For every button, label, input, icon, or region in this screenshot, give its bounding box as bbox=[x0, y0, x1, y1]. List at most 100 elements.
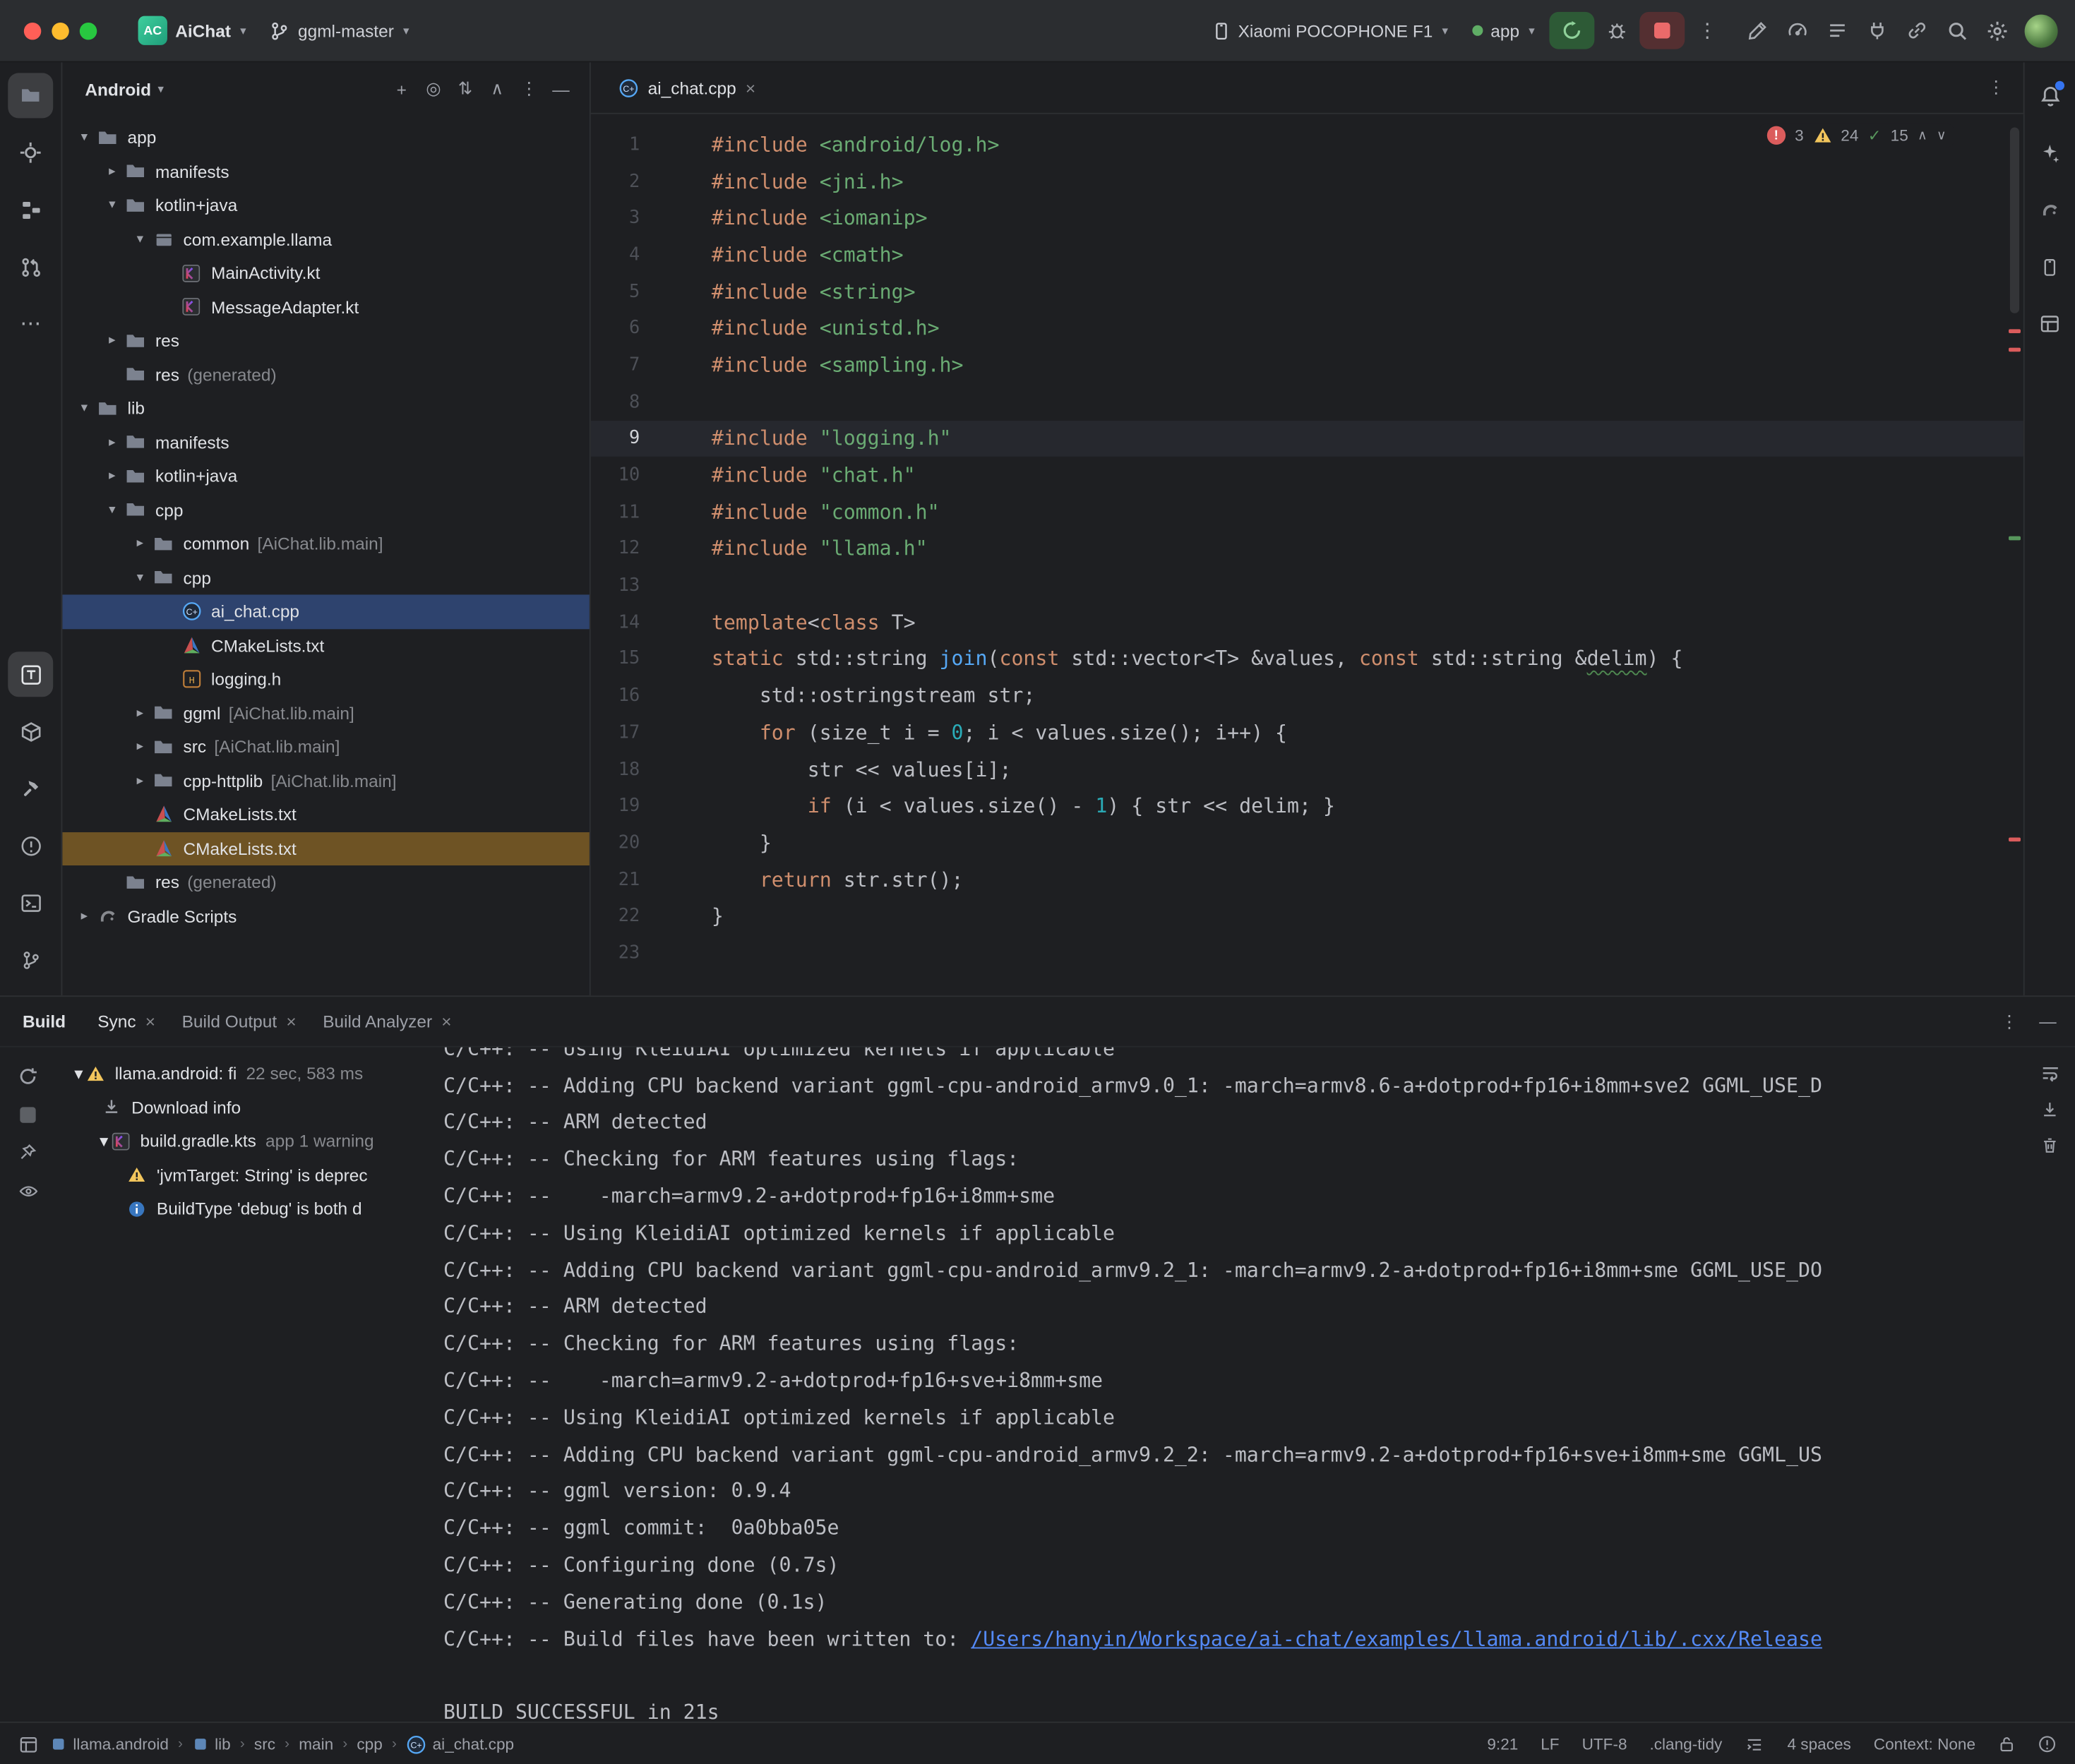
expand-chevron-icon[interactable]: ▸ bbox=[128, 706, 151, 721]
build-options-kebab[interactable]: ⋮ bbox=[2001, 1011, 2018, 1032]
line-number[interactable]: 5 bbox=[591, 281, 640, 302]
inspect-eye-icon[interactable] bbox=[18, 1182, 37, 1201]
line-number[interactable]: 7 bbox=[591, 354, 640, 376]
profile-avatar[interactable] bbox=[2025, 14, 2058, 47]
expand-chevron-icon[interactable]: ▸ bbox=[128, 774, 151, 788]
code-line-13[interactable]: 13 bbox=[591, 567, 2023, 604]
editor-tab-ai-chat-cpp[interactable]: C+ ai_chat.cpp × bbox=[604, 62, 770, 112]
close-tab-icon[interactable]: × bbox=[746, 78, 755, 97]
expand-chevron-icon[interactable]: ▾ bbox=[101, 198, 124, 213]
collapse-all-button[interactable]: ∧ bbox=[482, 78, 513, 100]
line-number[interactable]: 12 bbox=[591, 538, 640, 559]
dependencies-tool-button[interactable] bbox=[8, 709, 53, 754]
code-line-2[interactable]: 2#include <jni.h> bbox=[591, 163, 2023, 200]
hide-build-panel-button[interactable]: — bbox=[2039, 1012, 2056, 1031]
tree-item-res[interactable]: res(generated) bbox=[62, 358, 590, 392]
close-tab-icon[interactable]: × bbox=[441, 1012, 451, 1031]
expand-chevron-icon[interactable]: ▾ bbox=[73, 401, 95, 416]
prev-problem-button[interactable]: ∧ bbox=[1918, 128, 1927, 143]
tree-item-logging-h[interactable]: Hlogging.h bbox=[62, 662, 590, 696]
pull-requests-tool-button[interactable] bbox=[8, 244, 53, 289]
panel-options-kebab[interactable]: ⋮ bbox=[514, 78, 544, 100]
expand-chevron-icon[interactable]: ▸ bbox=[101, 333, 124, 348]
scrollbar-thumb[interactable] bbox=[2010, 128, 2019, 313]
tree-item-kotlin-java[interactable]: ▸kotlin+java bbox=[62, 460, 590, 493]
tree-item-cmakelists-txt[interactable]: CMakeLists.txt bbox=[62, 798, 590, 832]
build-tree-item-jvmtarget-string-is-deprec[interactable]: 'jvmTarget: String' is deprec bbox=[56, 1158, 431, 1192]
code-line-20[interactable]: 20 } bbox=[591, 824, 2023, 861]
clear-console-button[interactable] bbox=[2040, 1136, 2059, 1155]
line-number[interactable]: 9 bbox=[591, 428, 640, 449]
run-config-selector[interactable]: app ▾ bbox=[1460, 11, 1547, 50]
tree-item-mainactivity-kt[interactable]: MainActivity.kt bbox=[62, 256, 590, 290]
indent-size[interactable]: 4 spaces bbox=[1787, 1735, 1850, 1753]
build-tab-sync[interactable]: Sync× bbox=[84, 997, 168, 1046]
code-style-icon[interactable] bbox=[1745, 1736, 1764, 1753]
inspections-status-icon[interactable] bbox=[2038, 1735, 2056, 1753]
build-tab-build-analyzer[interactable]: Build Analyzer× bbox=[309, 997, 465, 1046]
error-mark[interactable] bbox=[2009, 838, 2021, 842]
code-editor[interactable]: 1#include <android/log.h>2#include <jni.… bbox=[591, 114, 2023, 996]
breadcrumb-cpp[interactable]: cpp bbox=[357, 1735, 382, 1753]
stop-button[interactable] bbox=[1639, 12, 1685, 49]
new-item-button[interactable]: + bbox=[386, 79, 417, 99]
expand-chevron-icon[interactable]: ▸ bbox=[128, 536, 151, 551]
tree-item-manifests[interactable]: ▸manifests bbox=[62, 426, 590, 460]
code-line-21[interactable]: 21 return str.str(); bbox=[591, 861, 2023, 898]
more-run-options-kebab[interactable]: ⋮ bbox=[1687, 12, 1727, 49]
structure-tool-button[interactable] bbox=[8, 187, 53, 232]
caret-position[interactable]: 9:21 bbox=[1487, 1735, 1518, 1753]
tree-item-common[interactable]: ▸common[AiChat.lib.main] bbox=[62, 527, 590, 561]
rerun-sync-button[interactable] bbox=[17, 1066, 38, 1087]
share-button[interactable] bbox=[1897, 12, 1937, 49]
search-everywhere-button[interactable] bbox=[1937, 12, 1977, 49]
plugins-button[interactable] bbox=[1858, 12, 1897, 49]
tree-item-app[interactable]: ▾app bbox=[62, 121, 590, 155]
code-line-17[interactable]: 17 for (size_t i = 0; i < values.size();… bbox=[591, 714, 2023, 751]
assistant-tool-button[interactable] bbox=[2027, 130, 2072, 175]
code-line-11[interactable]: 11#include "common.h" bbox=[591, 493, 2023, 530]
device-selector[interactable]: Xiaomi POCOPHONE F1 ▾ bbox=[1200, 11, 1460, 50]
line-number[interactable]: 4 bbox=[591, 244, 640, 265]
build-tree-item-llama-android-fi[interactable]: ▾llama.android: fi22 sec, 583 ms bbox=[56, 1057, 431, 1091]
hide-panel-button[interactable]: — bbox=[546, 79, 576, 99]
close-tab-icon[interactable]: × bbox=[145, 1012, 155, 1031]
line-number[interactable]: 3 bbox=[591, 208, 640, 229]
code-line-22[interactable]: 22} bbox=[591, 898, 2023, 935]
window-layout-icon[interactable] bbox=[18, 1734, 38, 1754]
line-number[interactable]: 8 bbox=[591, 391, 640, 412]
line-number[interactable]: 20 bbox=[591, 832, 640, 853]
code-line-5[interactable]: 5#include <string> bbox=[591, 273, 2023, 310]
line-number[interactable]: 21 bbox=[591, 869, 640, 890]
build-tab-build-output[interactable]: Build Output× bbox=[169, 997, 310, 1046]
code-line-8[interactable]: 8 bbox=[591, 383, 2023, 420]
build-tree-item-buildtype-debug-is-both-d[interactable]: BuildType 'debug' is both d bbox=[56, 1192, 431, 1226]
expand-chevron-icon[interactable]: ▾ bbox=[128, 570, 151, 585]
code-line-12[interactable]: 12#include "llama.h" bbox=[591, 530, 2023, 567]
terminal-tool-button[interactable] bbox=[8, 880, 53, 925]
tree-item-cmakelists-txt[interactable]: CMakeLists.txt bbox=[62, 628, 590, 662]
expand-chevron-icon[interactable]: ▸ bbox=[73, 909, 95, 924]
tree-item-manifests[interactable]: ▸manifests bbox=[62, 155, 590, 188]
code-line-16[interactable]: 16 std::ostringstream str; bbox=[591, 678, 2023, 714]
code-line-18[interactable]: 18 str << values[i]; bbox=[591, 751, 2023, 788]
lock-icon[interactable] bbox=[1998, 1735, 2015, 1753]
code-line-3[interactable]: 3#include <iomanip> bbox=[591, 200, 2023, 236]
line-number[interactable]: 15 bbox=[591, 649, 640, 670]
breadcrumb-lib[interactable]: lib bbox=[192, 1735, 231, 1753]
tree-item-ggml[interactable]: ▸ggml[AiChat.lib.main] bbox=[62, 696, 590, 730]
tree-item-kotlin-java[interactable]: ▾kotlin+java bbox=[62, 188, 590, 222]
tree-item-ai-chat-cpp[interactable]: C+ai_chat.cpp bbox=[62, 594, 590, 628]
soft-wrap-button[interactable] bbox=[2040, 1063, 2059, 1083]
breadcrumb-src[interactable]: src bbox=[254, 1735, 275, 1753]
project-view-selector[interactable]: Android bbox=[85, 79, 151, 99]
line-number[interactable]: 10 bbox=[591, 464, 640, 486]
code-line-10[interactable]: 10#include "chat.h" bbox=[591, 457, 2023, 493]
tree-item-gradle-scripts[interactable]: ▸Gradle Scripts bbox=[62, 899, 590, 933]
code-line-9[interactable]: 9#include "logging.h" bbox=[591, 420, 2023, 457]
breadcrumb-llama-android[interactable]: llama.android bbox=[50, 1735, 168, 1753]
logcat-button[interactable] bbox=[1817, 12, 1857, 49]
project-tool-button[interactable] bbox=[8, 73, 53, 118]
line-number[interactable]: 11 bbox=[591, 501, 640, 522]
change-mark[interactable] bbox=[2009, 536, 2021, 541]
